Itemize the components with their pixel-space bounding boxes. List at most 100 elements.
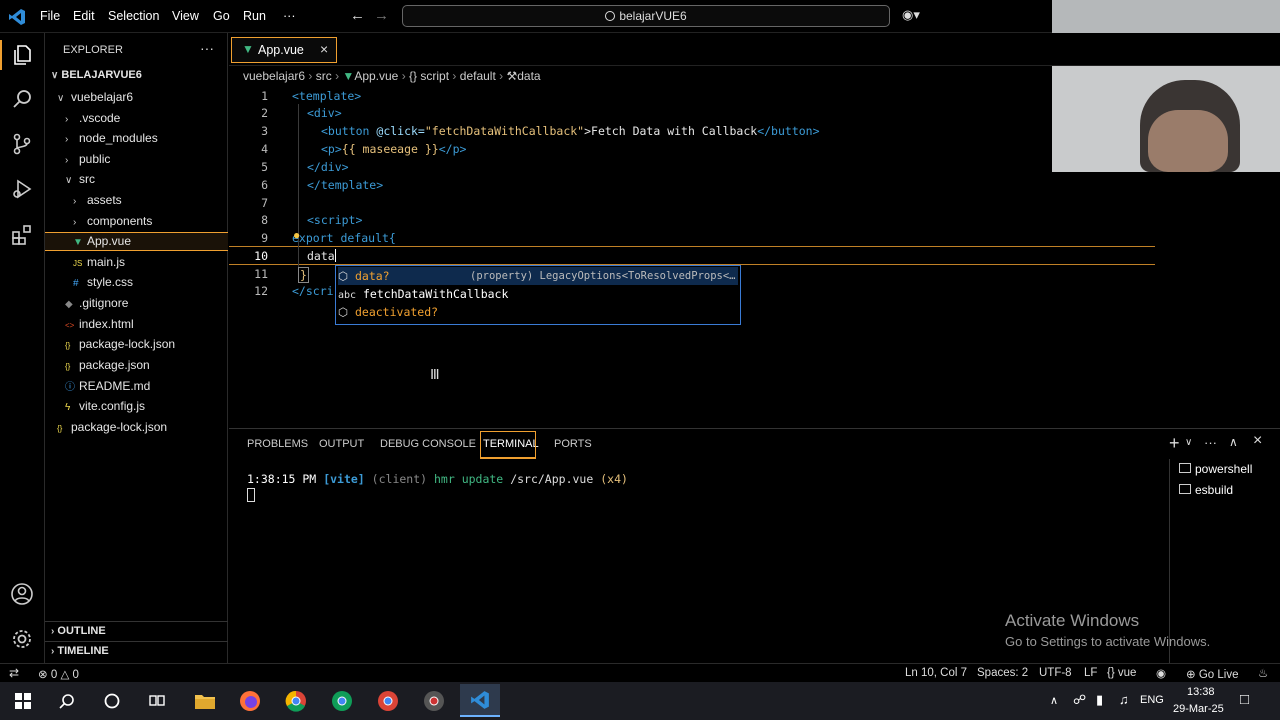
remote-icon[interactable]: ⇄ — [9, 666, 19, 680]
tree-item[interactable]: ⓘ README.md — [65, 378, 150, 393]
tab-app-vue[interactable]: ▼ App.vue × — [231, 37, 337, 63]
command-search-input[interactable]: belajarVUE6 — [402, 5, 890, 27]
tree-item[interactable]: › .vscode — [65, 111, 120, 125]
search-sidebar-icon[interactable] — [8, 85, 36, 113]
encoding-status[interactable]: UTF-8 — [1039, 667, 1072, 679]
back-arrow-icon[interactable]: ← — [350, 7, 365, 24]
suggestion-item[interactable]: ⬡ deactivated? — [338, 303, 738, 321]
tree-item[interactable]: # style.css — [73, 275, 133, 289]
explorer-icon[interactable] — [8, 41, 36, 69]
chrome-icon[interactable] — [281, 687, 311, 715]
breadcrumb-item[interactable]: default — [460, 69, 496, 83]
account-icon[interactable] — [8, 580, 36, 608]
go-live-button[interactable]: ⊕ Go Live — [1186, 667, 1238, 681]
explorer-root[interactable]: ∨ BELAJARVUE6 — [51, 69, 142, 81]
code-line-9[interactable]: export default{ — [292, 231, 396, 245]
terminal-item-esbuild[interactable]: esbuild — [1179, 483, 1233, 497]
code-line-12[interactable]: </scri — [292, 284, 334, 298]
breadcrumb-item[interactable]: vuebelajar6 — [243, 69, 305, 83]
tab-ports[interactable]: PORTS — [554, 438, 592, 450]
task-view-icon[interactable] — [142, 687, 172, 715]
tree-item[interactable]: ◆ .gitignore — [65, 296, 128, 310]
code-line-5[interactable]: </div> — [307, 160, 349, 174]
chrome-profile-icon[interactable] — [373, 687, 403, 715]
firefox-icon[interactable] — [235, 687, 265, 715]
chevron-down-icon[interactable]: ∨ — [1185, 437, 1192, 448]
breadcrumb-item[interactable]: src — [316, 69, 332, 83]
code-line-4[interactable]: <p>{{ maseeage }}</p> — [321, 142, 466, 156]
menu-more[interactable]: ··· — [283, 9, 296, 23]
code-line-2[interactable]: <div> — [307, 106, 342, 120]
suggestion-item[interactable]: ⬡ data? (property) LegacyOptions<ToResol… — [338, 267, 738, 285]
chrome-profile-icon[interactable] — [327, 687, 357, 715]
tab-problems[interactable]: PROBLEMS — [247, 438, 308, 450]
indentation-status[interactable]: Spaces: 2 — [977, 667, 1028, 679]
tree-item[interactable]: <> index.html — [65, 317, 134, 331]
suggestion-item[interactable]: abc fetchDataWithCallback — [338, 285, 738, 303]
tab-output[interactable]: OUTPUT — [319, 438, 364, 450]
timeline-section[interactable]: › TIMELINE — [51, 645, 109, 657]
tree-item[interactable]: › public — [65, 152, 110, 166]
code-line-10[interactable]: data — [307, 249, 336, 263]
tree-item[interactable]: {} package-lock.json — [65, 337, 175, 351]
tree-item[interactable]: ∨ src — [65, 172, 95, 186]
copilot-icon[interactable]: ◉▾ — [902, 7, 920, 23]
network-icon[interactable]: ☍ — [1073, 692, 1086, 708]
tree-item[interactable]: › node_modules — [65, 131, 158, 145]
language-status[interactable]: {} vue — [1107, 667, 1136, 679]
notification-center-icon[interactable]: □ — [1240, 691, 1249, 708]
code-line-1[interactable]: <template> — [292, 89, 361, 103]
terminal-item-powershell[interactable]: powershell — [1179, 462, 1252, 476]
explorer-more-icon[interactable]: ··· — [200, 40, 214, 56]
source-control-icon[interactable] — [8, 130, 36, 158]
menu-go[interactable]: Go — [213, 9, 230, 23]
menu-edit[interactable]: Edit — [73, 9, 95, 23]
menu-view[interactable]: View — [172, 9, 199, 23]
vscode-taskbar-icon[interactable] — [460, 684, 500, 717]
tree-item[interactable]: ∨ vuebelajar6 — [57, 90, 133, 104]
windows-start-icon[interactable] — [8, 687, 38, 715]
cortana-icon[interactable] — [97, 687, 127, 715]
clock-time[interactable]: 13:38 — [1187, 686, 1215, 698]
close-tab-icon[interactable]: × — [320, 41, 328, 57]
close-panel-icon[interactable]: × — [1253, 432, 1262, 450]
code-line-8[interactable]: <script> — [307, 213, 362, 227]
forward-arrow-icon[interactable]: → — [374, 7, 389, 24]
tree-item[interactable]: {} package-lock.json — [57, 420, 167, 434]
outline-section[interactable]: › OUTLINE — [51, 625, 106, 637]
tree-item[interactable]: ▼ App.vue — [45, 232, 228, 252]
volume-icon[interactable]: ♫ — [1119, 692, 1129, 707]
terminal-cursor[interactable] — [247, 488, 255, 502]
taskbar-search-icon[interactable] — [52, 687, 82, 715]
code-line-11[interactable]: } — [298, 267, 309, 283]
breadcrumb-item[interactable]: App.vue — [354, 69, 398, 83]
eol-status[interactable]: LF — [1084, 667, 1097, 679]
tree-item[interactable]: {} package.json — [65, 358, 150, 372]
menu-run[interactable]: Run — [243, 9, 266, 23]
code-line-6[interactable]: </template> — [307, 178, 383, 192]
language-indicator[interactable]: ENG — [1140, 694, 1164, 706]
code-line-3[interactable]: <button @click="fetchDataWithCallback">F… — [321, 124, 820, 138]
cursor-position[interactable]: Ln 10, Col 7 — [905, 667, 967, 679]
file-explorer-icon[interactable] — [190, 687, 220, 715]
extensions-icon[interactable] — [8, 221, 36, 249]
lightbulb-icon[interactable]: ● — [293, 228, 300, 242]
tree-item[interactable]: JS main.js — [73, 255, 125, 269]
breadcrumb-item[interactable]: {} script — [409, 69, 449, 83]
battery-icon[interactable]: ▮ — [1096, 692, 1103, 708]
settings-gear-icon[interactable] — [8, 625, 36, 653]
tree-item[interactable]: › components — [73, 214, 152, 228]
tree-item[interactable]: › assets — [73, 193, 122, 207]
run-debug-icon[interactable] — [8, 175, 36, 203]
copilot-status-icon[interactable]: ◉ — [1156, 666, 1166, 680]
tab-debug-console[interactable]: DEBUG CONSOLE — [380, 438, 476, 450]
tree-item[interactable]: ϟ vite.config.js — [65, 399, 145, 413]
tray-chevron-icon[interactable]: ∧ — [1050, 694, 1058, 707]
chrome-dev-icon[interactable] — [419, 687, 449, 715]
new-terminal-icon[interactable]: + — [1169, 433, 1180, 454]
menu-selection[interactable]: Selection — [108, 9, 159, 23]
problems-status[interactable]: ⊗ 0 △ 0 — [38, 667, 79, 681]
more-actions-icon[interactable]: ··· — [1204, 435, 1217, 450]
menu-file[interactable]: File — [40, 9, 60, 23]
maximize-panel-icon[interactable]: ∧ — [1229, 435, 1238, 449]
